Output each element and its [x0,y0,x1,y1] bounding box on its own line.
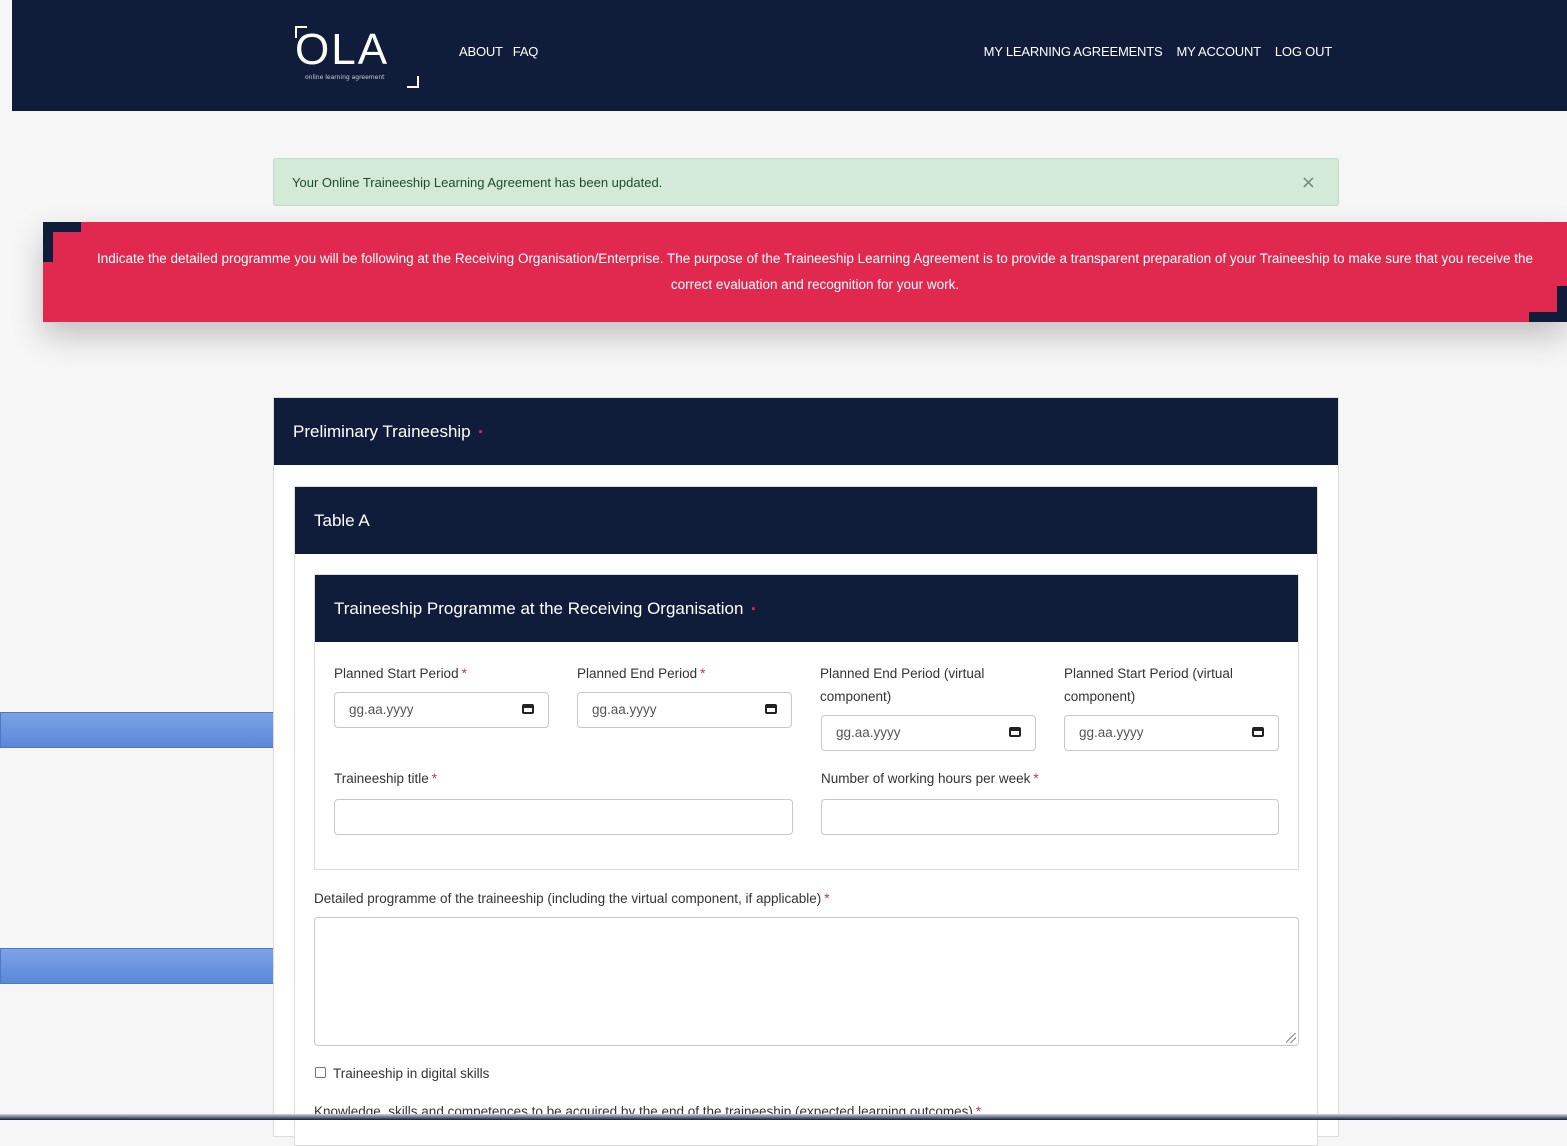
success-alert: Your Online Traineeship Learning Agreeme… [273,158,1339,206]
table-a-title: Table A [314,510,370,530]
top-navigation-bar: OLA online learning agreement ABOUT FAQ … [12,0,1567,111]
alert-message: Your Online Traineeship Learning Agreeme… [292,175,663,190]
planned-start-date-input[interactable]: gg.aa.yyyy [334,692,549,728]
info-banner: Indicate the detailed programme you will… [43,222,1567,322]
nav-faq-link[interactable]: FAQ [513,44,539,59]
section-title: Preliminary Traineeship [293,421,471,441]
banner-corner-bottom-right [1529,286,1567,322]
programme-title: Traineeship Programme at the Receiving O… [334,598,744,618]
table-a-header: Table A [295,487,1317,554]
working-hours-input[interactable] [821,799,1279,835]
planned-start-virtual-label: Planned Start Period (virtual component) [1064,666,1233,704]
required-mark: ▪ [478,425,483,438]
banner-text: Indicate the detailed programme you will… [96,251,1534,292]
nav-right: MY LEARNING AGREEMENTS MY ACCOUNT LOG OU… [984,44,1333,59]
ola-logo[interactable]: OLA online learning agreement [295,26,419,88]
annotation-box-1 [0,712,301,748]
planned-start-virtual-date-input[interactable]: gg.aa.yyyy [1064,715,1279,751]
logo-text: OLA [295,25,390,74]
traineeship-programme-card: Traineeship Programme at the Receiving O… [314,574,1299,870]
nav-log-out-link[interactable]: LOG OUT [1275,44,1332,59]
logo-subtext: online learning agreement [305,74,385,81]
logo-corner-bottom-right [407,76,419,88]
detailed-programme-label: Detailed programme of the traineeship (i… [314,891,830,906]
nav-my-learning-agreements-link[interactable]: MY LEARNING AGREEMENTS [984,44,1163,59]
planned-end-virtual-label: Planned End Period (virtual component) [820,666,985,704]
calendar-icon[interactable] [1252,727,1264,737]
annotation-box-2 [0,948,301,984]
planned-end-date-input[interactable]: gg.aa.yyyy [577,692,792,728]
preliminary-traineeship-header: Preliminary Traineeship ▪ [274,398,1338,465]
planned-start-label: Planned Start Period * [334,666,467,681]
calendar-icon[interactable] [1009,727,1021,737]
digital-skills-checkbox[interactable] [315,1067,326,1078]
nav-my-account-link[interactable]: MY ACCOUNT [1176,44,1261,59]
working-hours-label: Number of working hours per week * [821,771,1039,786]
digital-skills-label[interactable]: Traineeship in digital skills [333,1062,489,1085]
detailed-programme-textarea[interactable] [314,917,1299,1046]
traineeship-title-label: Traineeship title * [334,771,438,786]
calendar-icon[interactable] [765,704,777,714]
nav-about-link[interactable]: ABOUT [459,44,503,59]
traineeship-title-input[interactable] [334,799,793,835]
taskbar-edge [0,1114,1567,1120]
required-mark: ▪ [751,602,756,615]
nav-left: ABOUT FAQ [459,44,538,59]
preliminary-traineeship-card: Preliminary Traineeship ▪ Table A Traine… [273,397,1339,1146]
close-icon[interactable]: × [1301,172,1316,193]
table-a-card: Table A Traineeship Programme at the Rec… [294,486,1318,1146]
traineeship-programme-header: Traineeship Programme at the Receiving O… [315,575,1298,642]
resize-handle-icon[interactable] [1286,1033,1296,1043]
planned-end-label: Planned End Period * [577,666,706,681]
calendar-icon[interactable] [522,704,534,714]
planned-end-virtual-date-input[interactable]: gg.aa.yyyy [821,715,1036,751]
banner-corner-top-left [43,222,81,262]
